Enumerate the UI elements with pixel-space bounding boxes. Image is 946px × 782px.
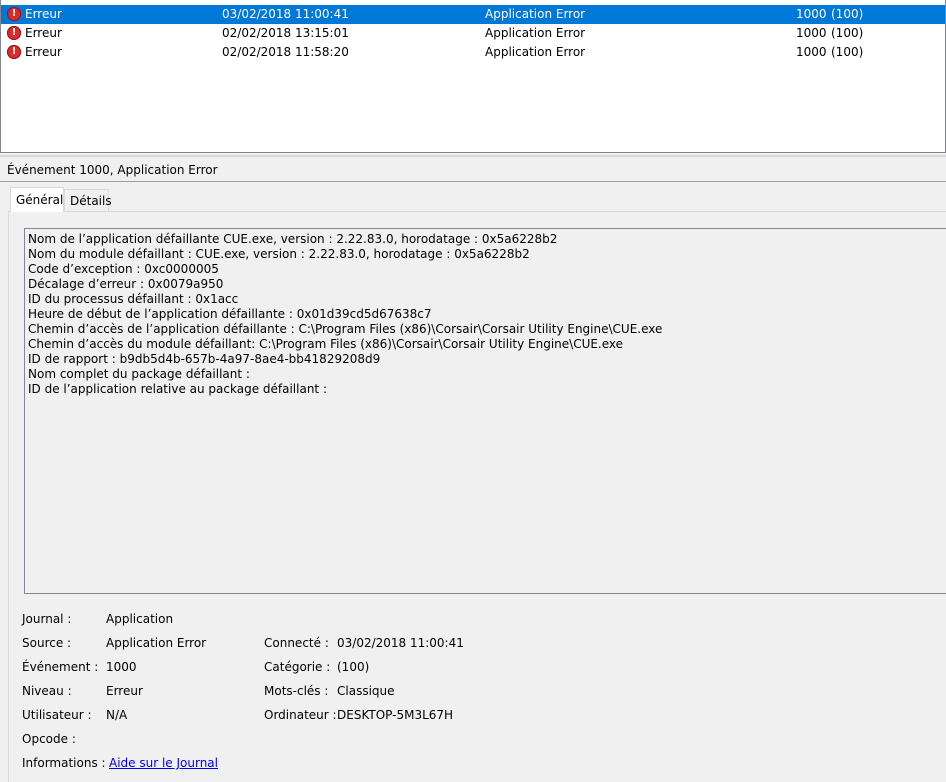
informations-label: Informations : <box>22 756 106 770</box>
description-line: ID de rapport : b9db5d4b-657b-4a97-8ae4-… <box>28 352 381 366</box>
categorie-label: Catégorie : <box>264 660 331 674</box>
event-id: 1000 <box>796 7 827 21</box>
description-line: Code d’exception : 0xc0000005 <box>28 262 219 276</box>
event-category: (100) <box>831 7 864 21</box>
event-date: 02/02/2018 13:15:01 <box>222 26 349 40</box>
event-level: Erreur <box>25 26 62 40</box>
event-source: Application Error <box>485 45 586 59</box>
tab-general[interactable]: Général <box>10 187 64 212</box>
connecte-value: 03/02/2018 11:00:41 <box>337 636 464 650</box>
event-date: 03/02/2018 11:00:41 <box>222 7 349 21</box>
event-list[interactable]: ! Erreur 03/02/2018 11:00:41 Application… <box>0 0 946 153</box>
journal-value: Application <box>106 612 174 626</box>
description-line: ID du processus défaillant : 0x1acc <box>28 292 239 306</box>
description-line: ID de l’application relative au package … <box>28 382 327 396</box>
categorie-value: (100) <box>337 660 370 674</box>
event-level: Erreur <box>25 7 62 21</box>
description-line: Heure de début de l’application défailla… <box>28 307 432 321</box>
description-line: Nom complet du package défaillant : <box>28 367 250 381</box>
event-id: 1000 <box>796 45 827 59</box>
niveau-label: Niveau : <box>22 684 72 698</box>
event-level: Erreur <box>25 45 62 59</box>
ordinateur-value: DESKTOP-5M3L67H <box>337 708 454 722</box>
event-category: (100) <box>831 26 864 40</box>
detail-title: Événement 1000, Application Error <box>0 157 946 182</box>
description-line: Décalage d’erreur : 0x0079a950 <box>28 277 224 291</box>
ordinateur-label: Ordinateur : <box>264 708 337 722</box>
description-line: Chemin d’accès de l’application défailla… <box>28 322 663 336</box>
motscles-value: Classique <box>337 684 395 698</box>
help-link[interactable]: Aide sur le Journal <box>109 755 218 771</box>
error-icon: ! <box>7 45 21 59</box>
event-source: Application Error <box>485 26 586 40</box>
event-category: (100) <box>831 45 864 59</box>
source-label: Source : <box>22 636 72 650</box>
event-row[interactable]: ! Erreur 02/02/2018 13:15:01 Application… <box>1 24 945 43</box>
source-value: Application Error <box>106 636 207 650</box>
evenement-value: 1000 <box>106 660 137 674</box>
motscles-label: Mots-clés : <box>264 684 329 698</box>
connecte-label: Connecté : <box>264 636 329 650</box>
journal-label: Journal : <box>22 612 72 626</box>
event-description[interactable]: Nom de l’application défaillante CUE.exe… <box>24 228 946 594</box>
description-line: Nom du module défaillant : CUE.exe, vers… <box>28 247 530 261</box>
niveau-value: Erreur <box>106 684 143 698</box>
utilisateur-label: Utilisateur : <box>22 708 92 722</box>
event-source: Application Error <box>485 7 586 21</box>
evenement-label: Événement : <box>22 660 99 674</box>
event-row[interactable]: ! Erreur 02/02/2018 11:58:20 Application… <box>1 43 945 62</box>
error-icon: ! <box>7 7 21 21</box>
event-row[interactable]: ! Erreur 03/02/2018 11:00:41 Application… <box>1 5 945 24</box>
event-id: 1000 <box>796 26 827 40</box>
description-line: Chemin d’accès du module défaillant: C:\… <box>28 337 624 351</box>
tab-details[interactable]: Détails <box>64 189 112 211</box>
event-date: 02/02/2018 11:58:20 <box>222 45 349 59</box>
utilisateur-value: N/A <box>106 708 128 722</box>
error-icon: ! <box>7 26 21 40</box>
description-line: Nom de l’application défaillante CUE.exe… <box>28 232 558 246</box>
opcode-label: Opcode : <box>22 732 76 746</box>
